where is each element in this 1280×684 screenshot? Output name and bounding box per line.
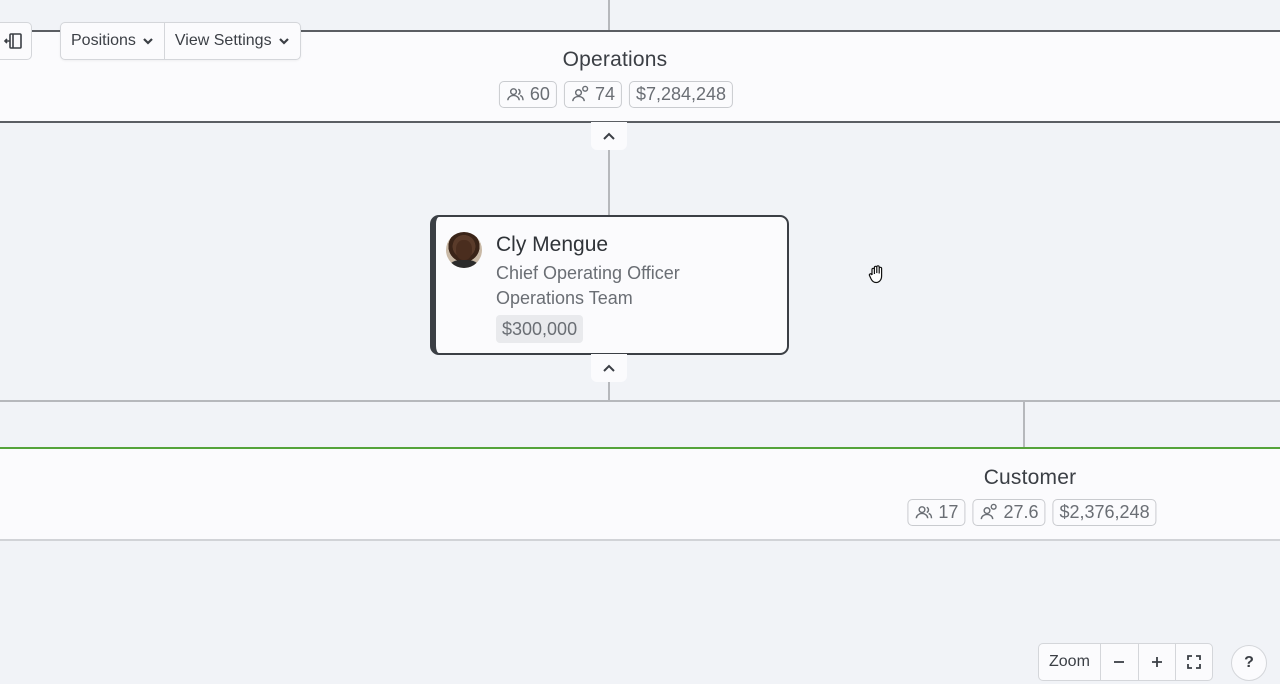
- chevron-down-icon: [278, 38, 289, 45]
- zoom-label: Zoom: [1039, 644, 1101, 680]
- zoom-in-button[interactable]: [1137, 644, 1175, 680]
- collapse-toggle[interactable]: [591, 122, 627, 150]
- plus-icon: [1151, 657, 1162, 667]
- department-stats: 60 74 $7,284,248: [498, 81, 734, 108]
- people-icon: [915, 506, 933, 519]
- chevron-up-icon: [603, 364, 615, 372]
- connector-line: [608, 0, 610, 30]
- zoom-controls: Zoom: [1038, 643, 1213, 681]
- people-icon: [507, 88, 524, 101]
- collapse-toggle[interactable]: [591, 354, 627, 382]
- connector-line: [1023, 402, 1025, 448]
- view-settings-dropdown[interactable]: View Settings: [163, 23, 300, 59]
- sidebar-toggle-button[interactable]: [0, 22, 32, 60]
- zoom-out-button[interactable]: [1101, 644, 1138, 680]
- org-chart-canvas[interactable]: Operations 60 74 $7,284,248 Cly Mengue C…: [0, 0, 1280, 684]
- avatar: [446, 232, 482, 268]
- minus-icon: [1114, 661, 1125, 663]
- positions-chip: 74: [563, 81, 622, 108]
- budget-chip: $2,376,248: [1052, 499, 1157, 526]
- budget-chip: $7,284,248: [628, 81, 734, 108]
- positions-chip: 27.6: [972, 499, 1046, 526]
- fullscreen-icon: [1187, 655, 1201, 669]
- chevron-up-icon: [603, 132, 615, 140]
- headcount-chip: 60: [498, 81, 557, 108]
- help-button[interactable]: ?: [1231, 645, 1267, 681]
- person-badge-icon: [980, 503, 997, 520]
- hand-cursor-icon: [868, 265, 883, 284]
- person-card[interactable]: Cly Mengue Chief Operating Officer Opera…: [430, 215, 789, 355]
- sidebar-collapse-icon: [3, 33, 22, 49]
- connector-line: [0, 400, 1280, 402]
- chevron-down-icon: [143, 38, 153, 45]
- salary-badge: $300,000: [496, 315, 584, 343]
- person-role: Chief Operating Officer: [496, 263, 680, 283]
- department-stats: 17 27.6 $2,376,248: [907, 499, 1157, 526]
- department-title: Operations: [562, 48, 668, 71]
- department-band-customer[interactable]: [0, 447, 1280, 541]
- headcount-chip: 17: [907, 499, 966, 526]
- person-name: Cly Mengue: [496, 233, 609, 256]
- toolbar: Positions View Settings: [60, 22, 301, 60]
- department-title: Customer: [983, 466, 1077, 489]
- person-badge-icon: [572, 85, 589, 102]
- fullscreen-button[interactable]: [1174, 644, 1212, 680]
- person-team: Operations Team: [496, 288, 633, 308]
- positions-dropdown[interactable]: Positions: [61, 23, 164, 59]
